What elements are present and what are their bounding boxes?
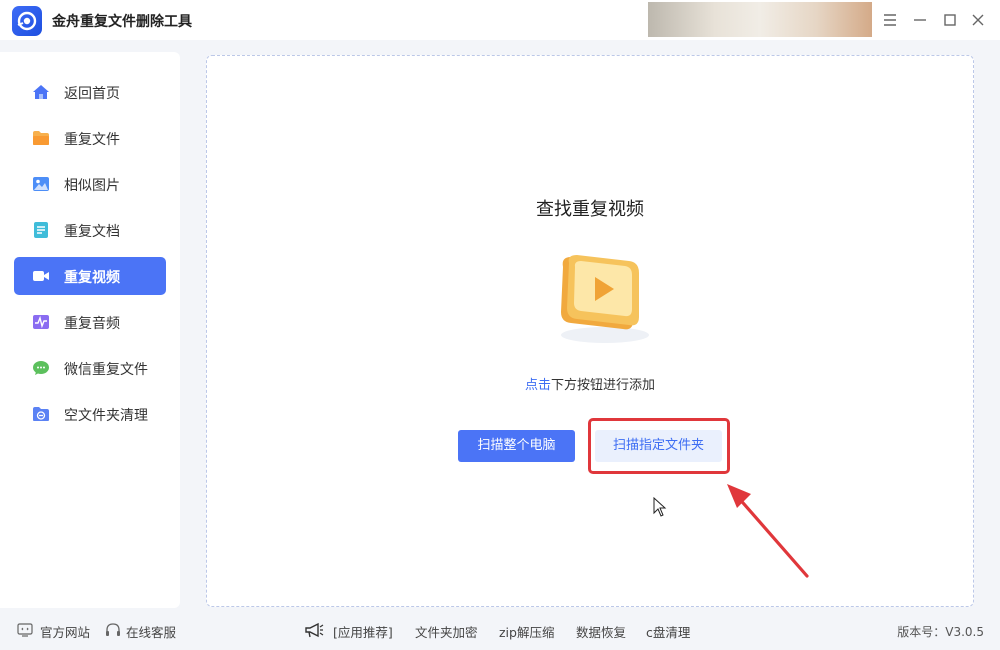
online-service-link[interactable]: 在线客服 (126, 622, 176, 641)
document-icon (34, 222, 48, 238)
home-icon (33, 85, 49, 99)
maximize-icon[interactable] (940, 10, 960, 30)
sidebar-item-label: 重复音频 (64, 316, 120, 332)
sidebar-item-label: 返回首页 (64, 86, 120, 102)
app-recommend-label: [应用推荐] (333, 625, 393, 640)
scan-whole-pc-button[interactable]: 扫描整个电脑 (458, 430, 575, 462)
sidebar-item-similar-images[interactable]: 相似图片 (14, 165, 166, 203)
audio-icon (33, 315, 49, 329)
app-logo-icon (12, 6, 42, 36)
sidebar-item-label: 重复文件 (64, 132, 120, 148)
sidebar-item-wechat-duplicates[interactable]: 微信重复文件 (14, 349, 166, 387)
annotation-arrow-icon (727, 484, 809, 578)
folder-icon (33, 131, 49, 145)
menu-icon[interactable] (880, 10, 900, 30)
official-site-link[interactable]: 官方网站 (40, 622, 90, 641)
footer: 官方网站 在线客服 [应用推荐] 文件夹加密 zip解压缩 数据恢复 c盘清理 … (0, 610, 1000, 650)
sidebar-item-duplicate-files[interactable]: 重复文件 (14, 119, 166, 157)
sidebar-item-label: 微信重复文件 (64, 362, 148, 378)
version-label: 版本号：V3.0.5 (897, 625, 984, 639)
close-icon[interactable] (968, 10, 988, 30)
megaphone-icon (305, 622, 324, 638)
video-icon (33, 271, 49, 281)
data-recovery-link[interactable]: 数据恢复 (576, 622, 626, 641)
highlight-box (588, 418, 730, 474)
mouse-cursor-icon (653, 497, 667, 517)
sidebar: 返回首页 重复文件 相似图片 重复文档 重复视频 重复音频 微信重复文件 空文件… (0, 52, 180, 608)
zip-extract-link[interactable]: zip解压缩 (499, 622, 554, 641)
app-title: 金舟重复文件删除工具 (52, 14, 192, 30)
sidebar-item-label: 相似图片 (64, 178, 120, 194)
sidebar-item-home[interactable]: 返回首页 (14, 73, 166, 111)
c-drive-clean-link[interactable]: c盘清理 (646, 622, 690, 641)
page-title: 查找重复视频 (536, 199, 644, 220)
wechat-icon (33, 361, 49, 375)
video-illustration-icon (561, 255, 649, 343)
sidebar-item-duplicate-audio[interactable]: 重复音频 (14, 303, 166, 341)
drop-zone-panel[interactable]: 查找重复视频 点击下方按钮进行添加 扫描整个电脑 扫描指定文件夹 (206, 55, 974, 607)
headset-icon (106, 623, 120, 636)
sidebar-item-duplicate-documents[interactable]: 重复文档 (14, 211, 166, 249)
hint-click-link[interactable]: 点击 (525, 378, 551, 393)
official-site-icon (17, 623, 33, 637)
sidebar-item-duplicate-videos[interactable]: 重复视频 (14, 257, 166, 295)
hint-text: 下方按钮进行添加 (551, 378, 656, 393)
sidebar-item-label: 重复视频 (64, 270, 120, 286)
add-hint: 点击下方按钮进行添加 (207, 374, 973, 393)
sidebar-item-label: 空文件夹清理 (64, 408, 148, 424)
sidebar-item-label: 重复文档 (64, 224, 120, 240)
minimize-icon[interactable] (910, 10, 930, 30)
image-icon (33, 177, 49, 191)
title-bar: 金舟重复文件删除工具 (0, 0, 1000, 40)
sidebar-item-empty-folder-cleanup[interactable]: 空文件夹清理 (14, 395, 166, 433)
ad-banner[interactable] (648, 2, 872, 37)
folder-encrypt-link[interactable]: 文件夹加密 (415, 622, 478, 641)
empty-folder-icon (33, 407, 49, 421)
